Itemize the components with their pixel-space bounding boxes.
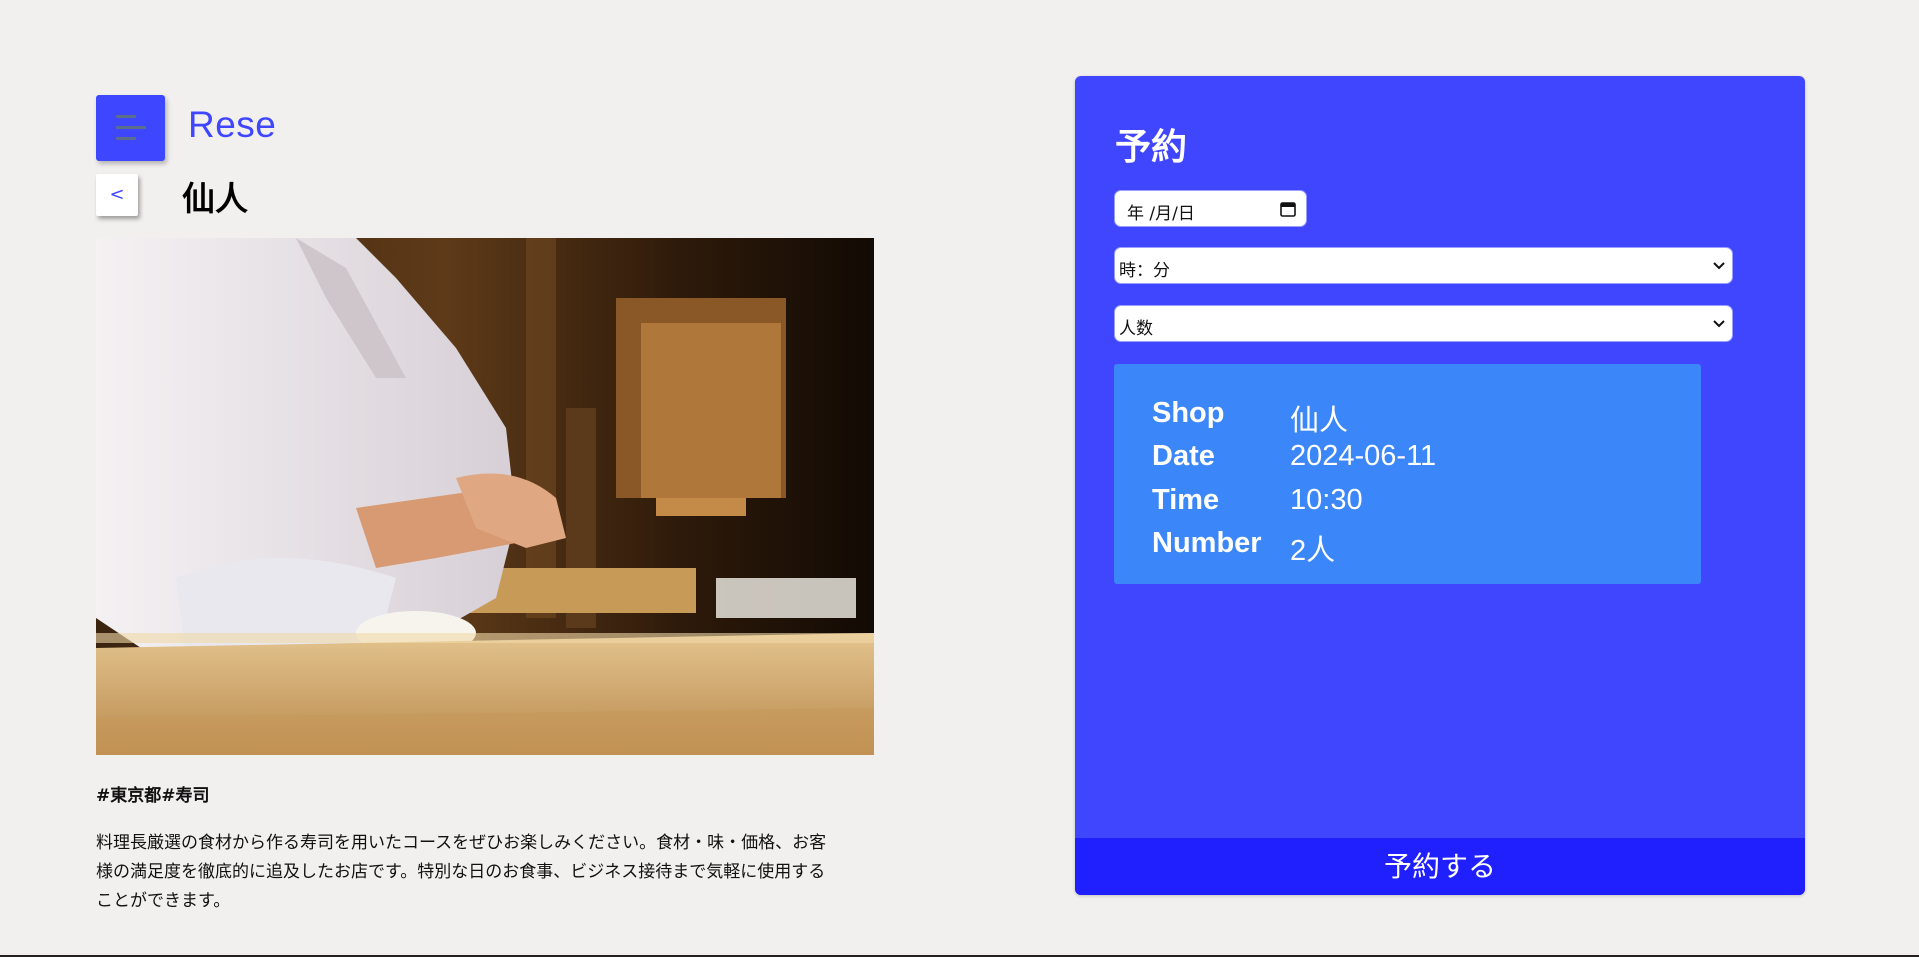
shop-image <box>96 238 874 755</box>
summary-label: Date <box>1152 440 1215 472</box>
summary-value: 2024-06-11 <box>1290 440 1437 472</box>
summary-row-number: Number 2人 <box>1152 527 1692 567</box>
reservation-title: 予約 <box>1115 127 1188 168</box>
hamburger-line <box>116 137 136 140</box>
summary-label: Number <box>1152 527 1262 559</box>
summary-value: 10:30 <box>1290 484 1363 516</box>
menu-button[interactable] <box>96 95 165 161</box>
summary-row-shop: Shop 仙人 <box>1152 397 1692 437</box>
calendar-icon[interactable] <box>1280 201 1296 217</box>
back-button[interactable]: < <box>96 174 138 216</box>
time-select-value: 時：分 <box>1119 261 1170 281</box>
chevron-down-icon <box>1713 262 1725 270</box>
shop-description: 料理長厳選の食材から作る寿司を用いたコースをぜひお楽しみください。食材・味・価格… <box>96 833 827 911</box>
shop-name: 仙人 <box>182 179 248 218</box>
chevron-down-icon <box>1713 320 1725 328</box>
reservation-summary: Shop 仙人 Date 2024-06-11 Time 10:30 Numbe… <box>1114 364 1701 584</box>
hamburger-line <box>116 126 146 129</box>
summary-row-time: Time 10:30 <box>1152 484 1692 524</box>
brand-logo[interactable]: Rese <box>188 104 276 146</box>
summary-value: 仙人 <box>1290 405 1349 437</box>
summary-value: 2人 <box>1290 535 1336 567</box>
hamburger-menu-icon <box>116 115 136 118</box>
people-select-value: 人数 <box>1119 319 1153 339</box>
shop-tags: #東京都#寿司 <box>96 786 210 806</box>
date-placeholder: 年 /月/日 <box>1127 204 1195 224</box>
summary-label: Shop <box>1152 397 1225 429</box>
summary-label: Time <box>1152 484 1220 516</box>
time-select[interactable]: 時：分 <box>1114 247 1733 284</box>
people-select[interactable]: 人数 <box>1114 305 1733 342</box>
reserve-button[interactable]: 予約する <box>1075 838 1805 895</box>
reservation-panel: 予約 年 /月/日 時：分 人数 Shop 仙人 Date 2024-06-11… <box>1075 76 1805 895</box>
summary-row-date: Date 2024-06-11 <box>1152 440 1692 480</box>
date-input[interactable]: 年 /月/日 <box>1114 190 1307 227</box>
